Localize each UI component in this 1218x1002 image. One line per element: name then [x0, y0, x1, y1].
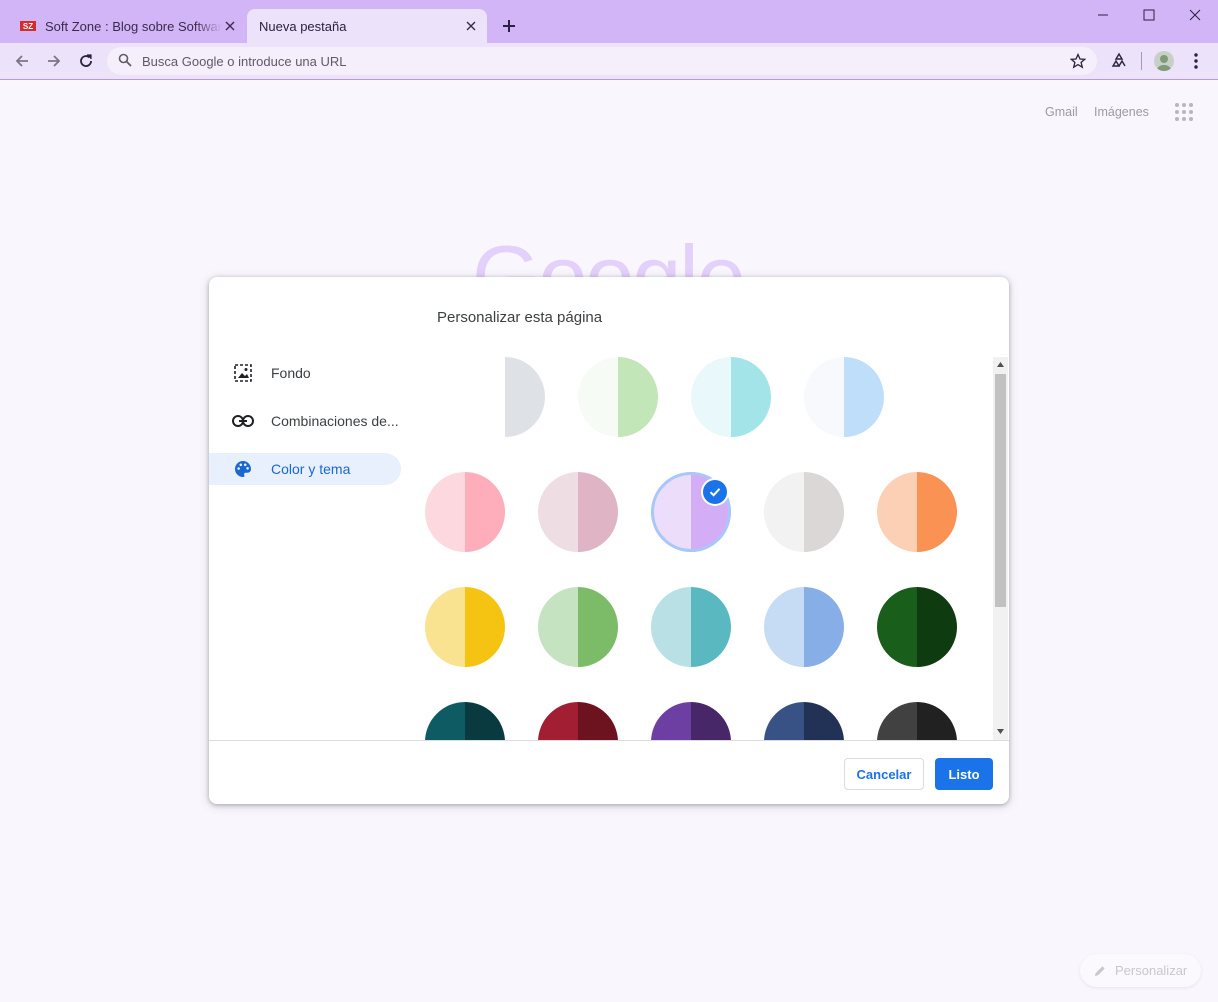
image-icon [232, 362, 254, 384]
palette-icon [232, 458, 254, 480]
softzone-favicon: SZ [20, 20, 36, 32]
theme-swatch[interactable] [651, 587, 731, 667]
close-tab-icon[interactable] [463, 18, 479, 34]
theme-swatch[interactable] [578, 357, 658, 437]
theme-swatch[interactable] [538, 587, 618, 667]
plus-icon[interactable] [499, 16, 519, 36]
theme-swatch[interactable] [877, 702, 957, 740]
theme-swatch[interactable] [764, 472, 844, 552]
menu-item-combinaciones[interactable]: Combinaciones de... [209, 405, 401, 437]
minimize-icon[interactable] [1094, 6, 1112, 24]
theme-swatch[interactable] [877, 587, 957, 667]
reload-icon[interactable] [76, 51, 96, 71]
tab-nueva-pestana[interactable]: Nueva pestaña [247, 9, 487, 43]
star-icon[interactable] [1069, 52, 1087, 74]
omnibox-placeholder[interactable]: Busca Google o introduce una URL [142, 54, 347, 69]
footer-divider [209, 740, 1009, 741]
scroll-down-arrow-icon [997, 729, 1004, 734]
recycle-extension-icon[interactable] [1110, 52, 1128, 75]
gmail-link[interactable]: Gmail [1045, 105, 1078, 119]
link-icon [232, 410, 254, 432]
tab-title: Soft Zone : Blog sobre Software c [45, 18, 222, 34]
menu-item-fondo[interactable]: Fondo [209, 357, 401, 389]
forward-arrow-icon[interactable] [44, 51, 64, 71]
toolbar-divider [1141, 52, 1142, 70]
menu-item-label: Fondo [271, 365, 311, 381]
menu-item-color-y-tema[interactable]: Color y tema [209, 453, 401, 485]
svg-text:SZ: SZ [23, 22, 33, 31]
menu-item-label: Color y tema [271, 461, 351, 477]
dialog-title: Personalizar esta página [437, 309, 603, 326]
theme-swatch[interactable] [425, 587, 505, 667]
theme-swatch[interactable] [425, 702, 505, 740]
menu-kebab-icon[interactable] [1188, 52, 1204, 75]
tab-title: Nueva pestaña [259, 18, 347, 34]
theme-swatch[interactable] [764, 587, 844, 667]
theme-swatch[interactable] [538, 472, 618, 552]
personalize-button[interactable]: Personalizar [1080, 954, 1201, 987]
close-icon[interactable] [1186, 6, 1204, 24]
theme-swatch[interactable] [465, 357, 545, 437]
check-icon [703, 480, 727, 504]
close-tab-icon[interactable] [222, 18, 238, 34]
theme-swatch[interactable] [804, 357, 884, 437]
theme-swatch[interactable] [764, 702, 844, 740]
personalize-label: Personalizar [1115, 963, 1188, 978]
theme-swatch[interactable] [538, 702, 618, 740]
search-icon [118, 53, 132, 72]
tab-soft-zone[interactable]: SZ Soft Zone : Blog sobre Software c [10, 9, 246, 43]
theme-swatch[interactable] [691, 357, 771, 437]
done-button[interactable]: Listo [935, 758, 993, 790]
maximize-icon[interactable] [1140, 6, 1158, 24]
apps-grid-icon[interactable] [1174, 102, 1194, 122]
back-arrow-icon[interactable] [12, 51, 32, 71]
avatar-icon[interactable] [1154, 51, 1174, 71]
scrollbar[interactable] [993, 357, 1008, 740]
scrollbar-thumb[interactable] [995, 374, 1006, 607]
theme-swatch[interactable] [877, 472, 957, 552]
menu-item-label: Combinaciones de... [271, 413, 399, 429]
cancel-button[interactable]: Cancelar [844, 758, 924, 790]
theme-swatch[interactable] [651, 702, 731, 740]
customize-dialog: Personalizar esta página Fondo Combinaci… [209, 277, 1009, 804]
scroll-up-arrow-icon [997, 362, 1004, 367]
theme-swatch[interactable] [425, 472, 505, 552]
theme-grid [418, 357, 993, 740]
imagenes-link[interactable]: Imágenes [1094, 105, 1149, 119]
pencil-icon [1093, 964, 1107, 978]
